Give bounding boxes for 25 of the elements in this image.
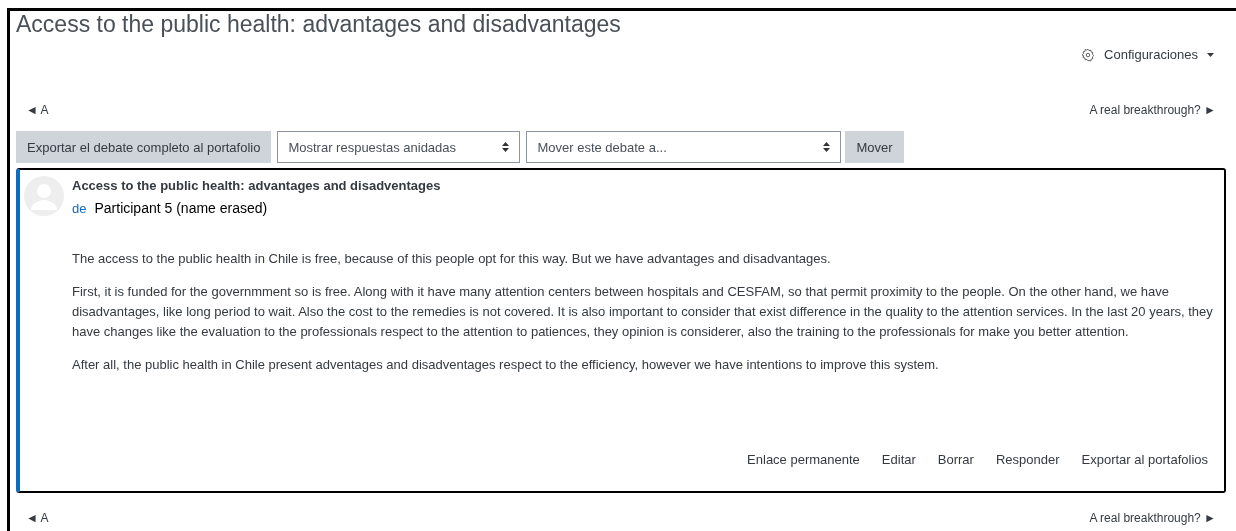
author-link[interactable]: Participant 5 (name erased)	[94, 197, 268, 219]
caret-icon	[1207, 52, 1214, 57]
move-button[interactable]: Mover	[845, 131, 904, 164]
post-action-link[interactable]: Enlace permanente	[747, 449, 860, 470]
post-paragraph: After all, the public health in Chile present adventages and disadventages respect to the efficiency, however we have intentions to improve this system.	[72, 355, 940, 374]
next-discussion-link[interactable]: A real breakthrough? ►	[1089, 509, 1216, 528]
page-title: Access to the public health: advantages and disadvantages	[16, 10, 621, 39]
select-arrows-icon	[823, 142, 831, 153]
post-paragraph: The access to the public health in Chile is free, because of this people opt for this way. But we have advantages and disadvantages.	[72, 249, 832, 268]
post-action-link[interactable]: Exportar al portafolios	[1081, 449, 1208, 470]
settings-menu[interactable]: Configuraciones	[1081, 44, 1214, 65]
select-arrows-icon	[502, 142, 510, 153]
settings-icon	[1081, 47, 1096, 62]
previous-discussion-link[interactable]: ◄ A	[26, 509, 49, 528]
by-label: de	[72, 199, 87, 218]
display-select[interactable]: Mostrar respuestas anidadas	[277, 131, 521, 164]
next-discussion-link[interactable]: A real breakthrough? ►	[1089, 101, 1216, 120]
post-action-link[interactable]: Editar	[881, 449, 916, 470]
export-button[interactable]: Exportar el debate completo al portafolio	[16, 131, 272, 164]
move-select[interactable]: Mover este debate a...	[526, 131, 842, 164]
post-paragraph: First, it is funded for the governmment so is free. Along with it have many attention centers between hospitals and CESFAM, so that permit proximity to the people. On the other hand, we have disadvantages, like long period to wait. Also the cost to the remedies is not covered. It is also important to consider that exist difference in the quality to the attention services. In the last 20 years, they have changes like the evaluation to the professionals respect to the attention to patiences, they opinion is considerer, also the training to the professionals for make you better attention.	[72, 282, 1214, 341]
post-action-link[interactable]: Responder	[995, 449, 1060, 470]
post-subject: Access to the public health: advantages and disadventages	[72, 177, 441, 196]
post-action-link[interactable]: Borrar	[937, 449, 974, 470]
previous-discussion-link[interactable]: ◄ A	[26, 101, 49, 120]
